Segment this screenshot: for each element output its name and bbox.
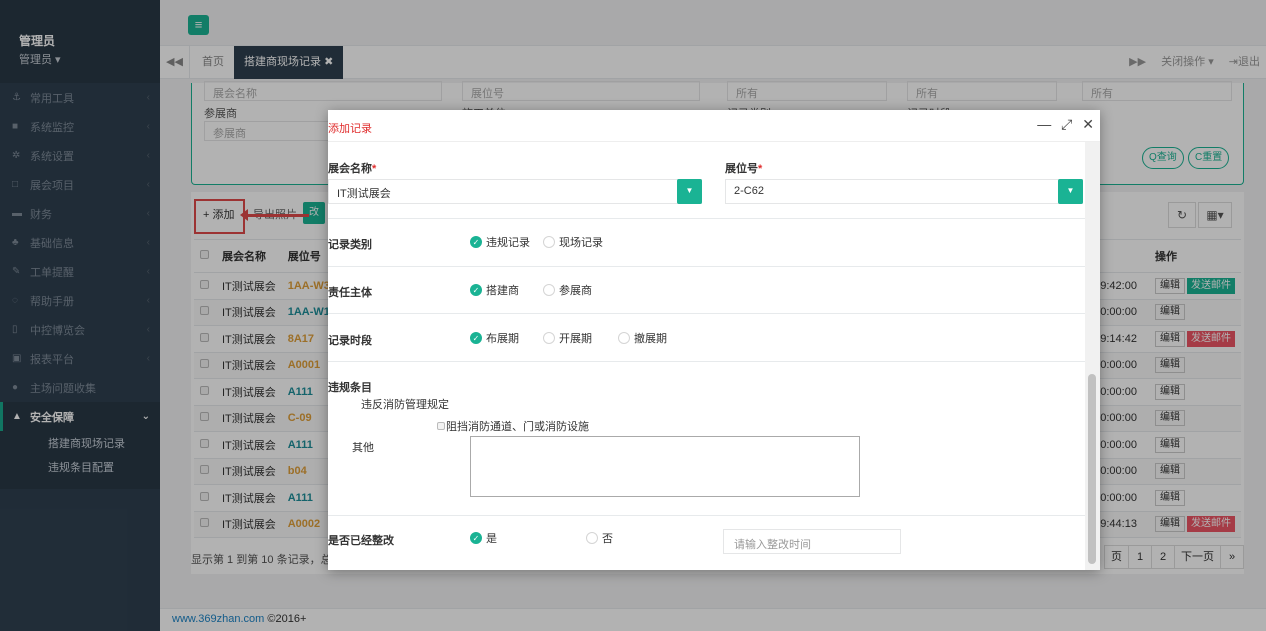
radio-setup-period[interactable]: ✓ 布展期 bbox=[470, 330, 519, 346]
radio-label: 参展商 bbox=[559, 285, 592, 297]
label-text: 展位号 bbox=[725, 163, 758, 175]
radio-rectified-yes[interactable]: ✓ 是 bbox=[470, 530, 497, 546]
divider bbox=[328, 361, 1085, 362]
minimize-icon[interactable]: — bbox=[1037, 116, 1051, 132]
radio-onsite-record[interactable]: 现场记录 bbox=[543, 234, 603, 250]
violation-group-label: 违反消防管理规定 bbox=[361, 399, 449, 411]
check-icon: ✓ bbox=[470, 332, 482, 344]
radio-open-period[interactable]: 开展期 bbox=[543, 330, 592, 346]
radio-label: 否 bbox=[602, 533, 613, 545]
modal-body: 展会名称* IT测试展会 ▼ 展位号* 2-C62 ▼ 记录类别 ✓ 违规记录 现… bbox=[328, 142, 1085, 570]
modal-controls: — ⤢ ✕ bbox=[1031, 116, 1094, 133]
radio-empty-icon bbox=[543, 332, 555, 344]
record-type-field-label: 记录类别 bbox=[328, 239, 372, 251]
modal-scrollbar[interactable] bbox=[1085, 142, 1100, 570]
radio-empty-icon bbox=[618, 332, 630, 344]
divider bbox=[328, 218, 1085, 219]
required-mark: * bbox=[758, 163, 763, 175]
check-icon: ✓ bbox=[470, 236, 482, 248]
exhibition-field-label: 展会名称* bbox=[328, 160, 376, 176]
violation-checkbox-fire-exit[interactable]: 阻挡消防通道、门或消防设施 bbox=[437, 418, 589, 434]
radio-label: 是 bbox=[486, 533, 497, 545]
exhibition-select-value: IT测试展会 bbox=[337, 188, 391, 200]
divider bbox=[328, 515, 1085, 516]
chevron-down-icon[interactable]: ▼ bbox=[1058, 179, 1083, 204]
exhibition-select[interactable]: IT测试展会 ▼ bbox=[328, 179, 702, 204]
check-icon: ✓ bbox=[470, 284, 482, 296]
modal-title: 添加记录 bbox=[328, 123, 372, 135]
radio-label: 撤展期 bbox=[634, 333, 667, 345]
required-mark: * bbox=[372, 163, 377, 175]
violation-field-label: 违规条目 bbox=[328, 382, 372, 394]
radio-empty-icon bbox=[586, 532, 598, 544]
period-field-label: 记录时段 bbox=[328, 335, 372, 347]
booth-field-label: 展位号* bbox=[725, 160, 762, 176]
close-icon[interactable]: ✕ bbox=[1082, 116, 1094, 132]
radio-empty-icon bbox=[543, 284, 555, 296]
radio-label: 布展期 bbox=[486, 333, 519, 345]
radio-exhibitor[interactable]: 参展商 bbox=[543, 282, 592, 298]
scrollbar-thumb[interactable] bbox=[1088, 374, 1096, 564]
divider bbox=[328, 266, 1085, 267]
radio-label: 违规记录 bbox=[486, 237, 530, 249]
radio-label: 搭建商 bbox=[486, 285, 519, 297]
label-text: 展会名称 bbox=[328, 163, 372, 175]
other-textarea[interactable] bbox=[470, 436, 860, 497]
rectify-time-input[interactable]: 请输入整改时间 bbox=[723, 529, 901, 554]
booth-select-value: 2-C62 bbox=[734, 185, 764, 197]
radio-rectified-no[interactable]: 否 bbox=[586, 530, 613, 546]
responsible-field-label: 责任主体 bbox=[328, 287, 372, 299]
modal-header: 添加记录 — ⤢ ✕ bbox=[328, 110, 1100, 142]
radio-label: 现场记录 bbox=[559, 237, 603, 249]
checkbox-icon bbox=[437, 422, 445, 430]
maximize-icon[interactable]: ⤢ bbox=[1061, 116, 1072, 132]
add-record-modal: 添加记录 — ⤢ ✕ 展会名称* IT测试展会 ▼ 展位号* 2-C62 ▼ 记… bbox=[328, 110, 1100, 570]
checkbox-label: 阻挡消防通道、门或消防设施 bbox=[446, 421, 589, 433]
chevron-down-icon[interactable]: ▼ bbox=[677, 179, 702, 204]
other-label: 其他 bbox=[352, 442, 374, 454]
radio-violation-record[interactable]: ✓ 违规记录 bbox=[470, 234, 530, 250]
radio-builder[interactable]: ✓ 搭建商 bbox=[470, 282, 519, 298]
radio-teardown-period[interactable]: 撤展期 bbox=[618, 330, 667, 346]
check-icon: ✓ bbox=[470, 532, 482, 544]
radio-label: 开展期 bbox=[559, 333, 592, 345]
booth-select[interactable]: 2-C62 ▼ bbox=[725, 179, 1083, 204]
rectified-field-label: 是否已经整改 bbox=[328, 535, 394, 547]
divider bbox=[328, 313, 1085, 314]
radio-empty-icon bbox=[543, 236, 555, 248]
